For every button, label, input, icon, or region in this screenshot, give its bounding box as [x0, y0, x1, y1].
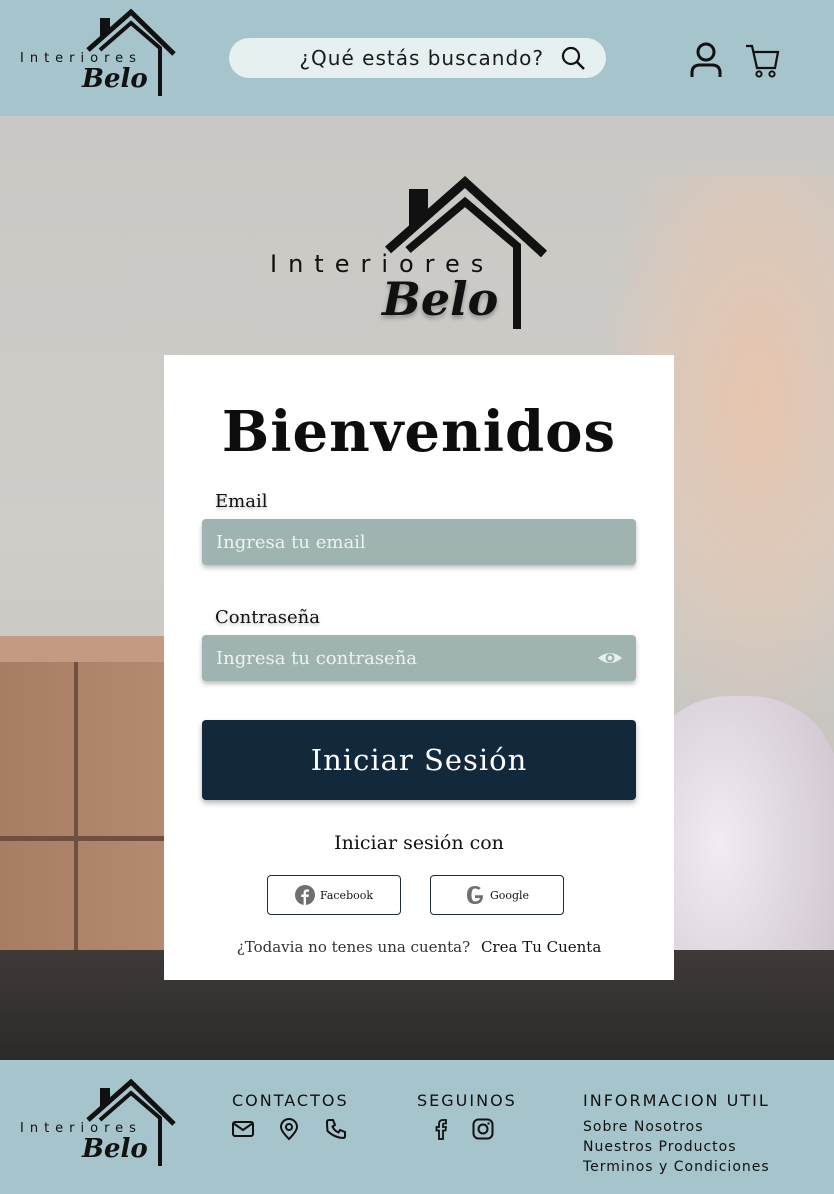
- cart-icon[interactable]: [744, 40, 780, 80]
- instagram-icon[interactable]: [471, 1117, 495, 1141]
- social-login-title: Iniciar sesión con: [334, 832, 504, 854]
- contacts-heading: CONTACTOS: [232, 1091, 349, 1110]
- hero-logo: Interiores Belo: [268, 174, 548, 334]
- logo-belo: Belo: [382, 272, 499, 326]
- location-icon[interactable]: [277, 1117, 301, 1141]
- logo-belo: Belo: [82, 64, 148, 94]
- facebook-login-button[interactable]: Facebook: [267, 875, 401, 915]
- footer-link-products[interactable]: Nuestros Productos: [583, 1139, 737, 1155]
- footer-link-about[interactable]: Sobre Nosotros: [583, 1119, 704, 1135]
- page-title: Bienvenidos: [221, 399, 617, 465]
- signup-link[interactable]: Crea Tu Cuenta: [481, 938, 601, 956]
- facebook-label: Facebook: [319, 888, 374, 902]
- header-logo[interactable]: Interiores Belo: [18, 8, 180, 98]
- follow-heading: SEGUINOS: [417, 1091, 517, 1110]
- logo-belo: Belo: [82, 1134, 148, 1164]
- login-card: Bienvenidos Email Contraseña Iniciar Ses…: [164, 355, 674, 980]
- info-heading: INFORMACION UTIL: [583, 1091, 770, 1110]
- google-label: Google: [489, 888, 530, 902]
- search-bar[interactable]: ¿Qué estás buscando?: [229, 38, 606, 78]
- phone-icon[interactable]: [324, 1117, 348, 1141]
- search-placeholder: ¿Qué estás buscando?: [299, 46, 544, 70]
- password-label: Contraseña: [215, 607, 320, 628]
- search-icon[interactable]: [560, 45, 586, 71]
- password-field[interactable]: [216, 647, 576, 669]
- signup-prompt: ¿Todavia no tenes una cuenta?: [236, 938, 471, 956]
- facebook-icon: [294, 885, 315, 905]
- email-field-container: [202, 519, 636, 565]
- email-field[interactable]: [216, 531, 576, 553]
- footer-link-terms[interactable]: Terminos y Condiciones: [583, 1159, 770, 1175]
- eye-icon[interactable]: [596, 646, 624, 670]
- user-icon[interactable]: [688, 40, 724, 80]
- footer-logo[interactable]: Interiores Belo: [18, 1078, 180, 1168]
- signup-row: ¿Todavia no tenes una cuenta? Crea Tu Cu…: [164, 938, 674, 956]
- google-icon: [466, 886, 483, 904]
- password-field-container: [202, 635, 636, 681]
- site-header: Interiores Belo ¿Qué estás buscando?: [0, 0, 834, 116]
- mail-icon[interactable]: [231, 1117, 255, 1141]
- site-footer: Interiores Belo CONTACTOS SEGUINOS INFOR…: [0, 1060, 834, 1194]
- login-button[interactable]: Iniciar Sesión: [202, 720, 636, 800]
- facebook-icon[interactable]: [429, 1117, 453, 1141]
- email-label: Email: [215, 491, 268, 512]
- google-login-button[interactable]: Google: [430, 875, 564, 915]
